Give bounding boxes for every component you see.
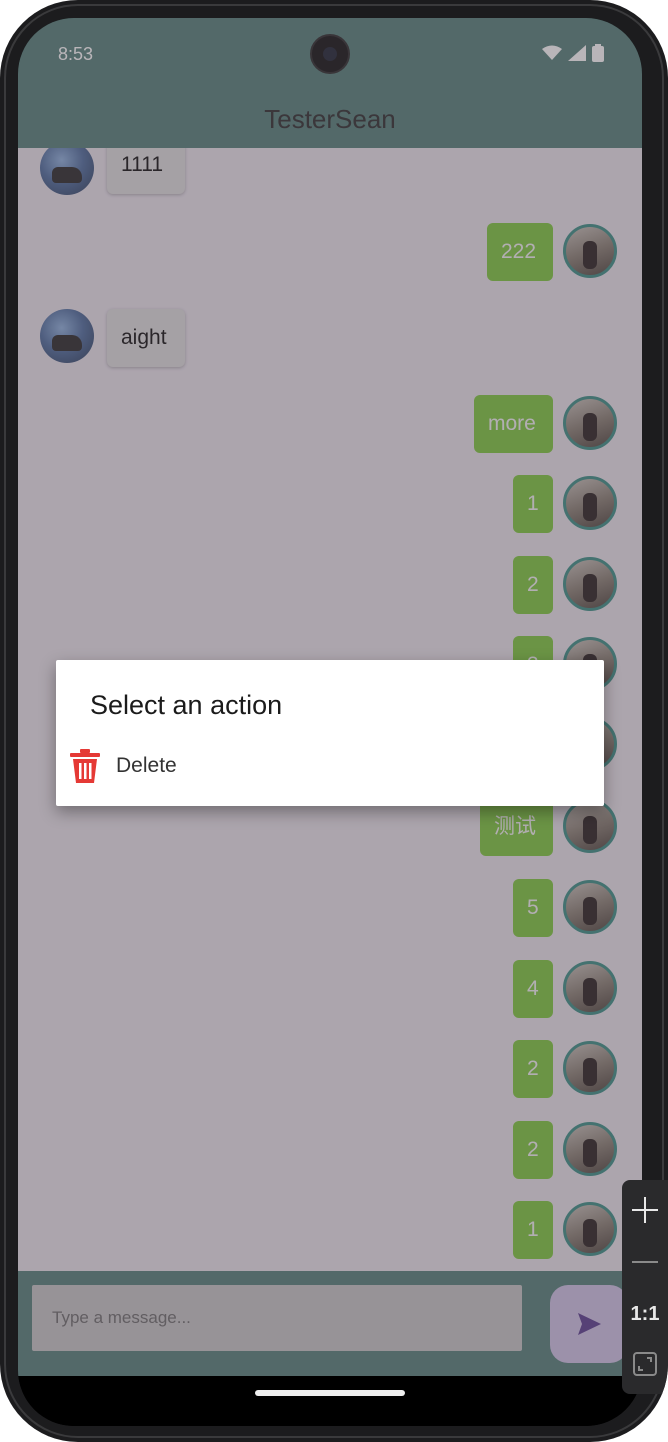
emulator-zoom-panel: 1:1 [622,1180,668,1394]
dialog-title: Select an action [90,690,283,720]
zoom-in-button[interactable] [622,1186,668,1234]
action-dialog: Select an action Delete [56,660,604,806]
zoom-reset-button[interactable]: 1:1 [622,1290,668,1338]
navigation-bar [18,1376,642,1426]
fit-screen-icon [633,1352,657,1376]
zoom-out-button[interactable] [622,1238,668,1286]
trash-icon [70,749,100,783]
minus-icon [632,1261,658,1263]
phone-frame: 8:53 TesterSean 1111 222 aight more 1 2 … [0,0,668,1442]
delete-action[interactable]: Delete [68,746,177,786]
fit-screen-button[interactable] [622,1340,668,1388]
delete-action-label: Delete [116,754,177,777]
home-indicator[interactable] [255,1390,405,1396]
plus-icon [632,1197,658,1223]
